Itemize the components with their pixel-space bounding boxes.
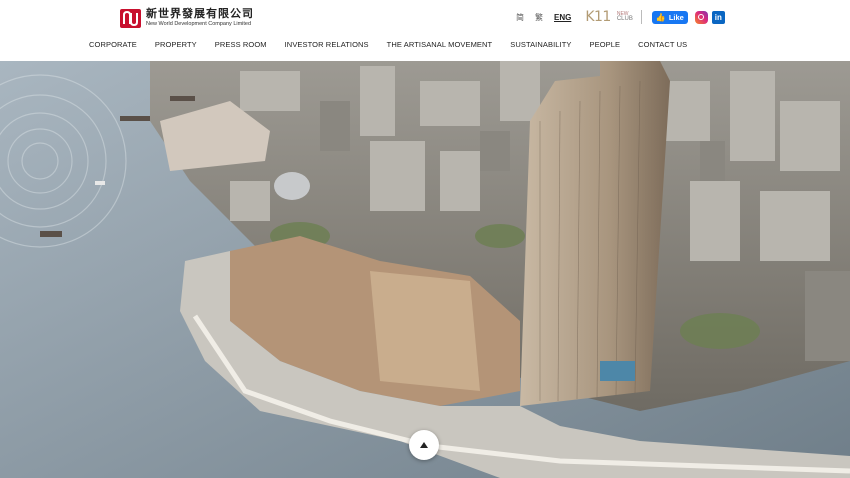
- hero-image: [0, 61, 850, 478]
- thumbs-up-icon: 👍: [655, 12, 666, 22]
- company-name-en: New World Development Company Limited: [146, 21, 252, 27]
- back-to-top-button[interactable]: [409, 430, 439, 460]
- nav-people[interactable]: PEOPLE: [590, 40, 621, 49]
- lang-english[interactable]: ENG: [554, 13, 571, 22]
- lang-traditional[interactable]: 繁: [535, 12, 543, 23]
- divider: [640, 10, 642, 24]
- lang-simplified[interactable]: 简: [516, 12, 524, 23]
- club-link[interactable]: NEW CLUB: [616, 12, 633, 23]
- nav-investor-relations[interactable]: INVESTOR RELATIONS: [285, 40, 369, 49]
- nav-contact-us[interactable]: CONTACT US: [638, 40, 687, 49]
- linkedin-icon[interactable]: in: [711, 10, 725, 24]
- header: 新世界發展有限公司 New World Development Company …: [0, 0, 850, 61]
- company-logo[interactable]: 新世界發展有限公司 New World Development Company …: [120, 8, 254, 28]
- utility-bar: 简 繁 ENG K11 NEW CLUB 👍 Like in: [516, 8, 725, 26]
- nav-corporate[interactable]: CORPORATE: [89, 40, 137, 49]
- company-name-cn: 新世界發展有限公司: [146, 7, 254, 20]
- instagram-icon[interactable]: [694, 10, 708, 24]
- nav-sustainability[interactable]: SUSTAINABILITY: [510, 40, 571, 49]
- nav-artisanal-movement[interactable]: THE ARTISANAL MOVEMENT: [387, 40, 493, 49]
- club-label-bottom: CLUB: [616, 16, 633, 22]
- facebook-like-label: Like: [668, 12, 684, 22]
- facebook-like-button[interactable]: 👍 Like: [651, 10, 688, 24]
- aerial-city-illustration: [0, 61, 850, 478]
- arrow-up-icon: [420, 442, 428, 448]
- nav-press-room[interactable]: PRESS ROOM: [215, 40, 267, 49]
- main-nav: CORPORATE PROPERTY PRESS ROOM INVESTOR R…: [89, 40, 705, 49]
- k11-link[interactable]: K11: [585, 9, 611, 25]
- nav-property[interactable]: PROPERTY: [155, 40, 197, 49]
- nwd-logo-icon: [120, 8, 141, 28]
